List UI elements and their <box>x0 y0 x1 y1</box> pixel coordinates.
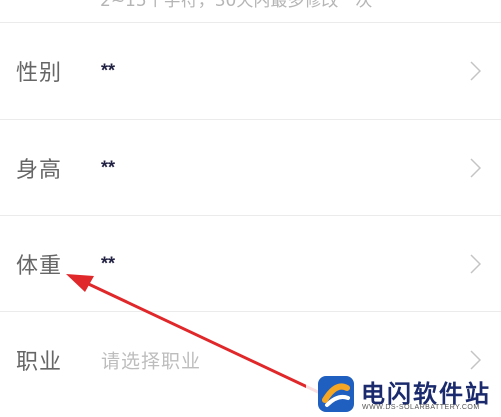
gender-value: ** <box>101 60 116 81</box>
chevron-right-icon <box>470 254 481 274</box>
gender-label: 性别 <box>16 61 63 86</box>
chevron-right-icon <box>470 61 481 81</box>
row-gender[interactable]: 性别 ** <box>0 23 501 119</box>
occupation-label: 职业 <box>16 350 63 375</box>
nickname-hint-text: 2~15个字符，30天内最多修改一次 <box>100 0 373 11</box>
profile-edit-page: 2~15个字符，30天内最多修改一次 性别 ** 身高 ** 体重 ** 职业 … <box>0 0 501 417</box>
row-weight[interactable]: 体重 ** <box>0 216 501 312</box>
row-height[interactable]: 身高 ** <box>0 120 501 216</box>
weight-value: ** <box>101 253 116 274</box>
occupation-placeholder: 请选择职业 <box>101 350 202 373</box>
ds-logo-icon <box>318 376 354 412</box>
watermark-url: WWW.DS-SOLARBATTERY.COM <box>362 404 480 411</box>
chevron-right-icon <box>470 158 481 178</box>
height-label: 身高 <box>16 158 63 183</box>
weight-label: 体重 <box>16 254 63 279</box>
watermark: 电闪软件站 WWW.DS-SOLARBATTERY.COM <box>306 371 501 417</box>
chevron-right-icon <box>470 350 481 370</box>
height-value: ** <box>101 157 116 178</box>
